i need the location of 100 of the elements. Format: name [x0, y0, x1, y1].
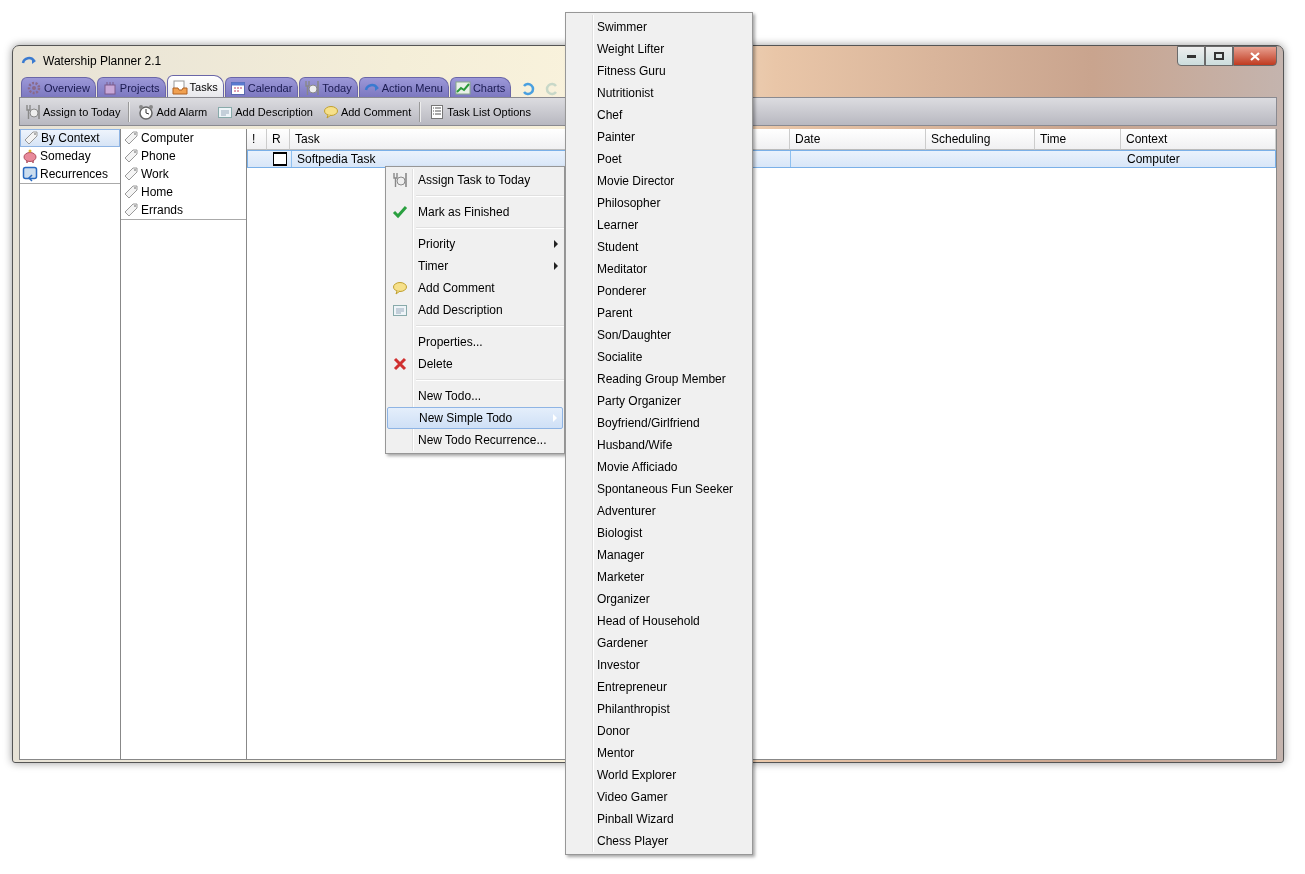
toolbar-button[interactable]: Add Comment — [320, 103, 414, 120]
column-header[interactable]: Date — [790, 129, 926, 150]
menu-item[interactable]: Video Gamer — [566, 786, 752, 808]
menu-item[interactable]: Chef — [566, 104, 752, 126]
checkbox[interactable] — [273, 152, 287, 166]
menu-item[interactable]: Priority — [387, 233, 563, 255]
menu-item[interactable]: Party Organizer — [566, 390, 752, 412]
minimize-icon — [1186, 54, 1196, 58]
toolbar-button[interactable]: Assign to Today — [23, 103, 123, 120]
menu-item[interactable]: Properties... — [387, 331, 563, 353]
toolbar-button[interactable]: Add Alarm — [136, 103, 210, 120]
table-cell-text: Computer — [1126, 151, 1181, 167]
list-item[interactable]: Phone — [121, 147, 246, 165]
menu-item[interactable]: Movie Afficiado — [566, 456, 752, 478]
column-header[interactable]: Time — [1035, 129, 1121, 150]
list-item[interactable]: Errands — [121, 201, 246, 219]
menu-item[interactable]: Socialite — [566, 346, 752, 368]
list-item[interactable]: Work — [121, 165, 246, 183]
menu-item[interactable]: Mentor — [566, 742, 752, 764]
piggy-bank-icon — [22, 148, 38, 164]
menu-item[interactable]: New Todo... — [387, 385, 563, 407]
menu-item[interactable]: Spontaneous Fun Seeker — [566, 478, 752, 500]
tag-icon — [123, 202, 139, 218]
menu-item[interactable]: World Explorer — [566, 764, 752, 786]
tab[interactable]: Calendar — [224, 77, 299, 97]
delete-icon — [392, 356, 408, 372]
column-header[interactable]: Context — [1121, 129, 1276, 150]
menu-item[interactable]: Investor — [566, 654, 752, 676]
menu-item[interactable]: Nutritionist — [566, 82, 752, 104]
menu-item[interactable]: Adventurer — [566, 500, 752, 522]
menu-item[interactable]: Chess Player — [566, 830, 752, 852]
line-chart-icon — [454, 79, 471, 96]
menu-item[interactable]: Husband/Wife — [566, 434, 752, 456]
menu-item[interactable]: Boyfriend/Girlfriend — [566, 412, 752, 434]
submenu-arrow-icon — [553, 414, 557, 422]
check-icon — [392, 204, 408, 220]
basket-icon — [101, 79, 118, 96]
toolbar-button[interactable]: Task List Options — [427, 103, 533, 120]
menu-item[interactable]: Manager — [566, 544, 752, 566]
menu-item[interactable]: Movie Director — [566, 170, 752, 192]
menu-item[interactable]: Painter — [566, 126, 752, 148]
maximize-button[interactable] — [1205, 46, 1233, 66]
menu-item[interactable]: Donor — [566, 720, 752, 742]
submenu-arrow-icon — [554, 262, 558, 270]
calendar-icon — [229, 79, 246, 96]
menu-item[interactable]: Head of Household — [566, 610, 752, 632]
menu-item[interactable]: Timer — [387, 255, 563, 277]
close-icon — [1250, 51, 1260, 61]
column-header[interactable]: R — [267, 129, 290, 150]
menu-item[interactable]: Entrepreneur — [566, 676, 752, 698]
list-item[interactable]: Computer — [121, 129, 246, 147]
list-item[interactable]: Recurrences — [20, 165, 120, 183]
menu-item[interactable]: New Simple Todo — [387, 407, 563, 429]
menu-item[interactable]: Add Comment — [387, 277, 563, 299]
menu-item[interactable]: Philanthropist — [566, 698, 752, 720]
minimize-button[interactable] — [1177, 46, 1205, 66]
menu-item[interactable]: Mark as Finished — [387, 201, 563, 223]
tag-icon — [123, 166, 139, 182]
menu-item[interactable]: Delete — [387, 353, 563, 375]
tab[interactable]: Charts — [449, 77, 512, 97]
column-header[interactable]: ! — [247, 129, 267, 150]
menu-item[interactable]: Student — [566, 236, 752, 258]
menu-item[interactable]: Assign Task to Today — [387, 169, 563, 191]
menu-item[interactable]: Organizer — [566, 588, 752, 610]
menu-item[interactable]: Learner — [566, 214, 752, 236]
tab[interactable]: Projects — [96, 77, 166, 97]
menu-item[interactable]: Son/Daughter — [566, 324, 752, 346]
list-item[interactable]: Someday — [20, 147, 120, 165]
tab[interactable]: Overview — [21, 77, 96, 97]
menu-item[interactable]: Marketer — [566, 566, 752, 588]
column-header[interactable]: Scheduling — [926, 129, 1035, 150]
menu-item[interactable]: Fitness Guru — [566, 60, 752, 82]
menu-item[interactable]: Philosopher — [566, 192, 752, 214]
menu-item[interactable]: Add Description — [387, 299, 563, 321]
menu-item[interactable]: Weight Lifter — [566, 38, 752, 60]
menu-item[interactable]: Parent — [566, 302, 752, 324]
inbox-icon — [171, 78, 188, 95]
window-title: Watership Planner 2.1 — [43, 53, 162, 68]
note-icon — [392, 302, 408, 318]
alarm-clock-icon — [138, 103, 155, 120]
list-item[interactable]: Home — [121, 183, 246, 201]
list-item[interactable]: By Context — [20, 129, 120, 147]
menu-item[interactable]: Pinball Wizard — [566, 808, 752, 830]
toolbar-button[interactable]: Add Description — [215, 103, 315, 120]
cutlery-icon — [392, 172, 408, 188]
menu-item[interactable]: Reading Group Member — [566, 368, 752, 390]
menu-item[interactable]: Biologist — [566, 522, 752, 544]
menu-item[interactable]: Swimmer — [566, 16, 752, 38]
tab[interactable]: Tasks — [166, 75, 224, 97]
tab[interactable]: Action Menu — [358, 77, 449, 97]
close-button[interactable] — [1233, 46, 1277, 66]
menu-item[interactable]: Ponderer — [566, 280, 752, 302]
menu-item[interactable]: New Todo Recurrence... — [387, 429, 563, 451]
tab[interactable]: Today — [299, 77, 358, 97]
speech-bubble-icon — [392, 280, 408, 296]
menu-item[interactable]: Gardener — [566, 632, 752, 654]
menu-item[interactable]: Poet — [566, 148, 752, 170]
tag-icon — [23, 130, 39, 146]
menu-item[interactable]: Meditator — [566, 258, 752, 280]
tag-icon — [123, 184, 139, 200]
